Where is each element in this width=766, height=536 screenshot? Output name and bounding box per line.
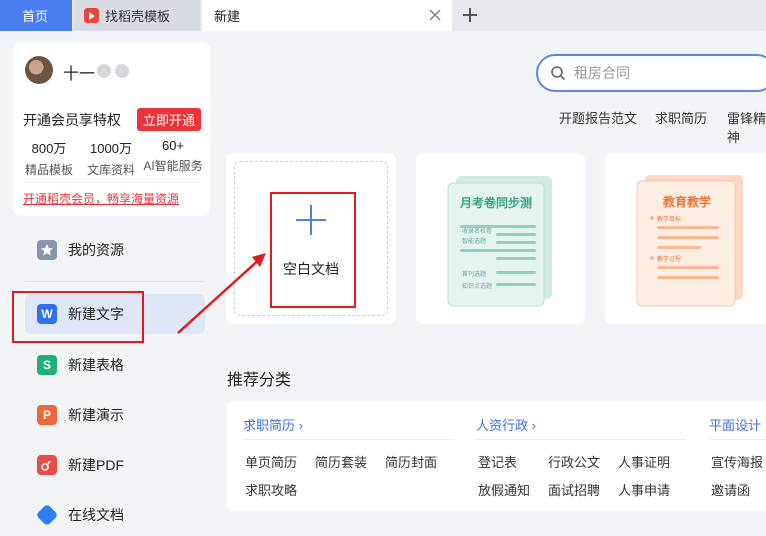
vip-row: 开通会员享特权 立即开通 bbox=[23, 108, 201, 131]
tab-home[interactable]: 首页 bbox=[0, 0, 72, 31]
edu-item: 教学目标 bbox=[657, 217, 682, 223]
exam-item: ·知识点选题 bbox=[460, 284, 492, 290]
highlight-box-new-writer bbox=[12, 291, 144, 343]
tab-new-label: 新建 bbox=[214, 9, 241, 24]
nav-label: 新建表格 bbox=[68, 357, 124, 373]
tab-new[interactable]: 新建 bbox=[202, 0, 452, 31]
exam-title: 月考卷同步测 bbox=[460, 196, 533, 210]
template-card-exam[interactable]: 月考卷同步测 ·收录名校卷 ·智能选题 ·首刊选题 ·知识点选题 bbox=[416, 153, 585, 324]
pdf-icon bbox=[37, 455, 57, 475]
category-head-hr[interactable]: 人资行政 › bbox=[476, 415, 536, 434]
sheet-icon: S bbox=[37, 355, 57, 375]
divider bbox=[243, 439, 453, 440]
stat-label: AI智能服务 bbox=[143, 159, 203, 173]
category-link[interactable]: 简历套装 bbox=[315, 452, 367, 471]
close-icon[interactable] bbox=[428, 8, 442, 22]
category-head-label: 人资行政 bbox=[476, 418, 529, 433]
stat-num: 800万 bbox=[31, 141, 67, 156]
nav-online-doc[interactable]: 在线文档 bbox=[25, 495, 205, 535]
slides-icon: P bbox=[37, 405, 57, 425]
nav-new-slides[interactable]: P 新建演示 bbox=[25, 395, 205, 435]
edu-title: 教育教学 bbox=[663, 195, 712, 209]
tab-home-label: 首页 bbox=[22, 9, 49, 24]
hot-word[interactable]: 求职简历 bbox=[655, 108, 707, 127]
divider bbox=[23, 182, 201, 183]
avatar[interactable] bbox=[25, 56, 53, 84]
medal-badge-icon bbox=[115, 64, 129, 78]
template-card-education[interactable]: 教育教学 教学目标 教学过程 bbox=[605, 153, 766, 324]
tab-bar: 首页 找稻壳模板 新建 bbox=[0, 0, 766, 31]
stat-num: 60+ bbox=[161, 138, 185, 153]
nav-label: 新建PDF bbox=[68, 457, 124, 473]
hot-word[interactable]: 雷锋精神 bbox=[727, 108, 766, 146]
exam-item: ·首刊选题 bbox=[460, 272, 486, 278]
edu-item: 教学过程 bbox=[657, 257, 682, 263]
category-head-label: 求职简历 bbox=[243, 418, 296, 433]
star-icon bbox=[37, 240, 57, 260]
category-link[interactable]: 求职攻略 bbox=[245, 480, 297, 499]
category-link[interactable]: 登记表 bbox=[478, 452, 517, 471]
tab-template-label: 找稻壳模板 bbox=[105, 9, 171, 24]
category-link[interactable]: 简历封面 bbox=[385, 452, 437, 471]
nav-label: 在线文档 bbox=[68, 507, 124, 523]
nav-new-sheet[interactable]: S 新建表格 bbox=[25, 345, 205, 385]
category-head-design[interactable]: 平面设计 bbox=[709, 415, 761, 434]
category-link[interactable]: 放假通知 bbox=[478, 480, 530, 499]
stat-library[interactable]: 1000万 文库资料 bbox=[79, 138, 143, 178]
search-box[interactable]: 租房合同 bbox=[536, 54, 766, 92]
tab-template[interactable]: 找稻壳模板 bbox=[74, 0, 200, 31]
category-link[interactable]: 邀请函 bbox=[711, 480, 750, 499]
add-tab-icon[interactable] bbox=[460, 5, 480, 25]
exam-item: ·收录名校卷 bbox=[460, 229, 492, 235]
category-panel: 求职简历 › 单页简历 简历套装 简历封面 求职攻略 人资行政 › 登记表 行政… bbox=[227, 401, 766, 511]
annotation-arrow-icon bbox=[177, 253, 266, 334]
divider bbox=[476, 439, 686, 440]
edu-thumbnail bbox=[636, 175, 743, 307]
nav-label: 新建演示 bbox=[68, 407, 124, 423]
section-title: 推荐分类 bbox=[227, 372, 292, 389]
stat-label: 精品模板 bbox=[24, 163, 73, 177]
category-link[interactable]: 行政公文 bbox=[548, 452, 600, 471]
stat-label: 文库资料 bbox=[86, 163, 135, 177]
category-link[interactable]: 人事申请 bbox=[618, 480, 670, 499]
category-link[interactable]: 面试招聘 bbox=[548, 480, 600, 499]
promo-link[interactable]: 开通稻壳会员，畅享海量资源 bbox=[23, 190, 179, 207]
stat-ai[interactable]: 60+ AI智能服务 bbox=[140, 138, 206, 174]
stat-templates[interactable]: 800万 精品模板 bbox=[17, 138, 81, 178]
cloud-doc-icon bbox=[35, 503, 59, 527]
open-vip-button[interactable]: 立即开通 bbox=[136, 108, 201, 131]
exam-item: ·智能选题 bbox=[460, 239, 486, 245]
highlight-box-blank-doc bbox=[270, 192, 356, 308]
category-link[interactable]: 单页简历 bbox=[245, 452, 297, 471]
nav-label: 我的资源 bbox=[68, 242, 124, 258]
category-head-resume[interactable]: 求职简历 › bbox=[243, 415, 303, 434]
search-placeholder: 租房合同 bbox=[574, 65, 630, 81]
nav-new-pdf[interactable]: 新建PDF bbox=[25, 445, 205, 485]
divider bbox=[709, 439, 766, 440]
stat-num: 1000万 bbox=[90, 141, 132, 156]
level-badge-icon bbox=[97, 64, 111, 78]
search-icon bbox=[551, 66, 566, 81]
exam-thumbnail bbox=[447, 176, 552, 307]
docer-logo-icon bbox=[84, 8, 99, 23]
user-card: 十一 开通会员享特权 立即开通 800万 精品模板 1000万 文库资料 60+… bbox=[13, 42, 210, 216]
category-head-label: 平面设计 bbox=[709, 418, 762, 433]
vip-text: 开通会员享特权 bbox=[23, 111, 121, 128]
category-link[interactable]: 宣传海报 bbox=[711, 452, 763, 471]
category-link[interactable]: 人事证明 bbox=[618, 452, 670, 471]
hot-word[interactable]: 开题报告范文 bbox=[559, 108, 637, 127]
user-name: 十一 bbox=[63, 66, 96, 83]
